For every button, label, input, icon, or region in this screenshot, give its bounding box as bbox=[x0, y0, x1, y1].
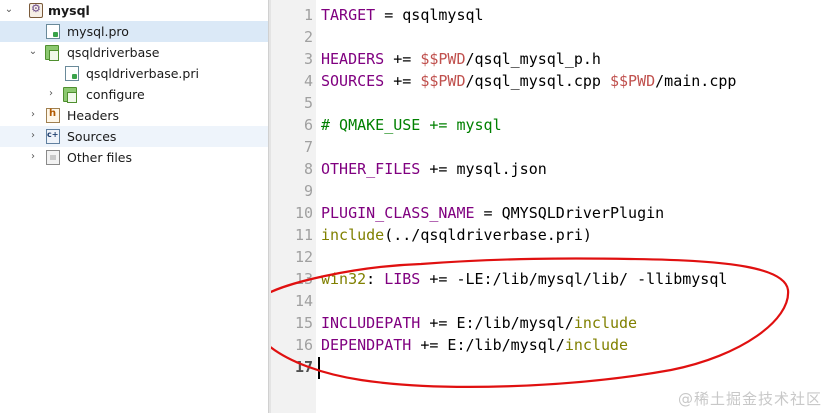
tree-item-label: Headers bbox=[67, 108, 120, 123]
tree-item-label: Sources bbox=[67, 129, 117, 144]
headers-folder-icon bbox=[46, 108, 60, 123]
pro-file-icon bbox=[46, 24, 60, 39]
tree-item-label: qsqldriverbase.pri bbox=[86, 66, 199, 81]
sources-folder-icon bbox=[46, 129, 60, 144]
tree-item-configure[interactable]: › configure bbox=[0, 84, 268, 105]
chevron-down-icon[interactable]: ⌄ bbox=[3, 3, 15, 17]
tree-item-mysql-pro[interactable]: mysql.pro bbox=[0, 21, 268, 42]
tree-item-qsqldriverbase[interactable]: ⌄ qsqldriverbase bbox=[0, 42, 268, 63]
project-tree: ⌄ mysql mysql.pro ⌄ qsqldriverbase qsqld… bbox=[0, 0, 268, 413]
tree-item-project-mysql[interactable]: ⌄ mysql bbox=[0, 0, 268, 21]
pri-file-icon bbox=[65, 66, 79, 81]
annotation-oval bbox=[271, 257, 790, 388]
subproject-folder-icon bbox=[63, 87, 77, 103]
qt-project-icon bbox=[29, 2, 43, 18]
tree-item-label: qsqldriverbase bbox=[67, 45, 160, 60]
tree-item-label: mysql.pro bbox=[67, 24, 129, 39]
tree-item-label: configure bbox=[86, 87, 145, 102]
tree-item-qsqldriverbase-pri[interactable]: qsqldriverbase.pri bbox=[0, 63, 268, 84]
tree-item-sources[interactable]: › Sources bbox=[0, 126, 268, 147]
chevron-right-icon[interactable]: › bbox=[27, 108, 39, 122]
tree-item-other-files[interactable]: › Other files bbox=[0, 147, 268, 168]
tree-item-headers[interactable]: › Headers bbox=[0, 105, 268, 126]
chevron-right-icon[interactable]: › bbox=[45, 87, 57, 101]
other-files-folder-icon bbox=[46, 150, 60, 165]
subproject-folder-icon bbox=[45, 45, 59, 61]
chevron-right-icon[interactable]: › bbox=[27, 129, 39, 143]
chevron-down-icon[interactable]: ⌄ bbox=[27, 45, 39, 59]
tree-item-label: mysql bbox=[48, 3, 90, 18]
chevron-right-icon[interactable]: › bbox=[27, 150, 39, 164]
tree-item-label: Other files bbox=[67, 150, 133, 165]
watermark: @稀土掘金技术社区 bbox=[677, 390, 822, 408]
code-editor[interactable]: 1 2 3 4 5 6 7 8 9 10 11 12 13 14 15 16 1… bbox=[271, 0, 828, 413]
